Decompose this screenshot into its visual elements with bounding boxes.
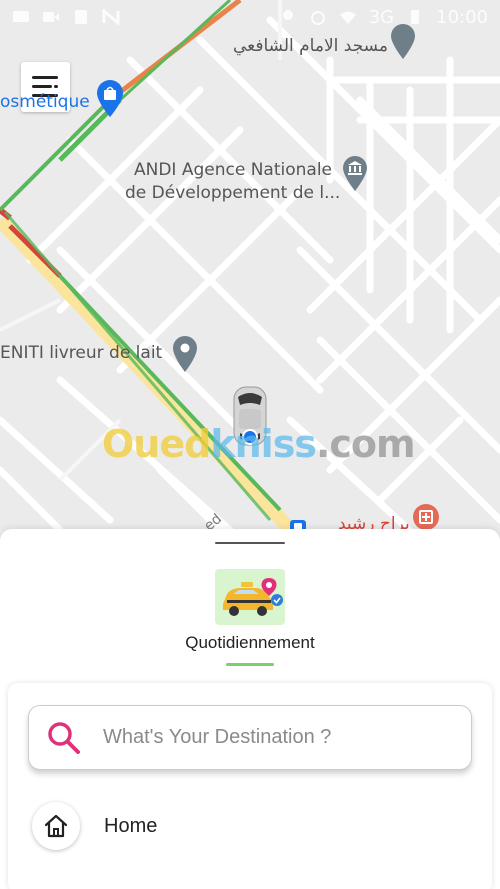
saved-place-home[interactable]: Home [32,798,472,854]
museum-pin-icon[interactable] [342,156,368,192]
home-button[interactable] [32,802,80,850]
location-icon [279,9,297,25]
drag-handle[interactable] [215,542,285,544]
poi-label-mosque: مسجد الامام الشافعي [233,36,388,56]
poi-label-andi-line1: ANDI Agence Nationale [134,160,333,180]
watermark-part-2: kniss [210,422,317,466]
mosque-pin-icon[interactable] [390,24,416,60]
home-label: Home [104,814,158,837]
message-icon [12,9,30,25]
location-pin-icon[interactable] [172,335,198,373]
taxi-icon [215,569,285,625]
poi-label-andi-line2: de Développement de l... [125,183,341,203]
usb-icon [72,9,90,25]
poi-label-shop: osmétique [0,92,90,112]
video-icon [42,9,60,25]
watermark-part-3: .com [315,422,416,466]
shopping-pin-icon[interactable] [96,80,124,118]
bottom-sheet: Quotidiennement Home [0,529,500,889]
service-option-daily[interactable]: Quotidiennement [150,569,350,669]
service-label: Quotidiennement [185,633,315,652]
watermark: Ouedkniss.com [102,422,416,466]
destination-search-box[interactable] [28,705,472,770]
status-bar: 3G 10:00 [0,0,500,34]
alarm-icon [309,9,327,25]
wifi-icon [339,9,357,25]
destination-card: Home [8,683,492,889]
clock: 10:00 [436,6,488,28]
watermark-part-1: Oued [102,422,211,466]
search-icon [48,721,80,754]
service-selected-indicator [226,663,274,666]
map-streets: ed [0,0,500,544]
no-sim-icon [102,7,120,27]
map-view[interactable]: ed 3G 10:00 مسجد الامام الشافعي osmétiqu… [0,0,500,560]
battery-icon [406,9,424,25]
poi-label-eniti: ENITI livreur de lait [0,343,163,363]
home-icon [44,814,68,838]
destination-input[interactable] [103,726,443,749]
